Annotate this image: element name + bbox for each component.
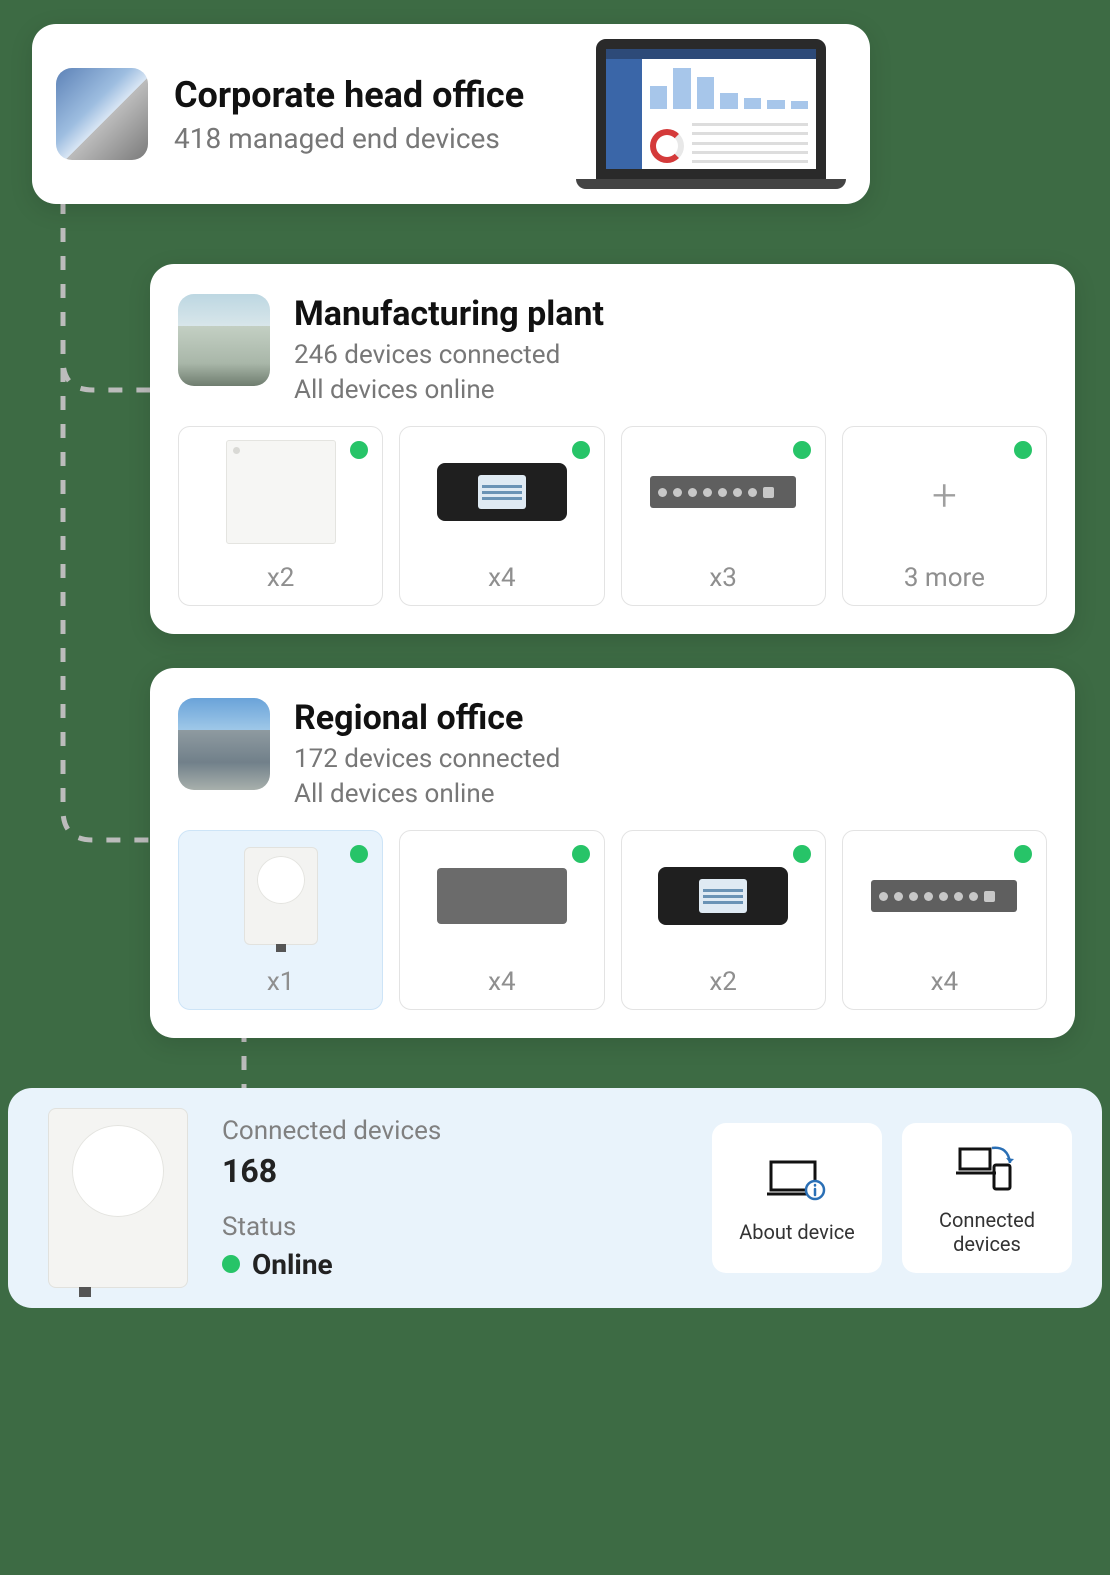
plant-device-tile-2[interactable]: x4 xyxy=(399,426,604,606)
regional-title: Regional office xyxy=(294,698,560,738)
tile-count: x3 xyxy=(709,563,737,593)
access-point-icon xyxy=(244,847,318,945)
connected-devices-label: Connected devices xyxy=(910,1208,1064,1256)
connected-devices-label: Connected devices xyxy=(222,1116,678,1146)
connected-devices-button[interactable]: Connected devices xyxy=(902,1123,1072,1273)
office-thumb xyxy=(178,698,270,790)
switch-icon xyxy=(871,880,1017,912)
dashboard-laptop-graphic xyxy=(576,39,846,189)
tile-count: x4 xyxy=(931,967,959,997)
about-device-icon xyxy=(767,1152,827,1208)
regional-device-tile-1[interactable]: x1 xyxy=(178,830,383,1010)
connected-devices-icon xyxy=(956,1140,1018,1196)
access-point-icon xyxy=(226,440,336,544)
plant-device-count: 246 devices connected xyxy=(294,340,560,370)
plant-thumb xyxy=(178,294,270,386)
head-office-thumb xyxy=(56,68,148,160)
plant-device-status: All devices online xyxy=(294,375,495,405)
regional-device-tile-4[interactable]: x4 xyxy=(842,830,1047,1010)
plus-icon: + xyxy=(932,469,957,521)
online-status-dot xyxy=(572,441,590,459)
online-status-dot xyxy=(793,441,811,459)
more-devices-label: 3 more xyxy=(904,563,985,593)
online-status-dot xyxy=(793,845,811,863)
plant-title: Manufacturing plant xyxy=(294,294,604,334)
tile-count: x4 xyxy=(488,563,516,593)
plant-device-tile-1[interactable]: x2 xyxy=(178,426,383,606)
regional-device-status: All devices online xyxy=(294,779,495,809)
router-icon xyxy=(437,463,567,521)
tile-count: x1 xyxy=(267,967,295,997)
regional-device-count: 172 devices connected xyxy=(294,744,560,774)
tile-count: x2 xyxy=(709,967,737,997)
status-value: Online xyxy=(252,1248,333,1281)
about-device-button[interactable]: About device xyxy=(712,1123,882,1273)
site-card-regional: Regional office 172 devices connected Al… xyxy=(150,668,1075,1038)
head-office-title: Corporate head office xyxy=(174,74,550,116)
connected-devices-value: 168 xyxy=(222,1152,678,1190)
switch-icon xyxy=(650,476,796,508)
detail-device-graphic xyxy=(48,1108,188,1288)
online-status-dot xyxy=(222,1255,240,1273)
plant-device-tile-3[interactable]: x3 xyxy=(621,426,826,606)
device-detail-panel: Connected devices 168 Status Online Abou… xyxy=(8,1088,1102,1308)
tile-count: x2 xyxy=(267,563,295,593)
head-office-subtitle: 418 managed end devices xyxy=(174,122,550,155)
regional-device-tile-3[interactable]: x2 xyxy=(621,830,826,1010)
site-card-manufacturing: Manufacturing plant 246 devices connecte… xyxy=(150,264,1075,634)
router-icon xyxy=(658,867,788,925)
regional-device-tile-2[interactable]: x4 xyxy=(399,830,604,1010)
about-device-label: About device xyxy=(739,1220,855,1244)
head-office-card: Corporate head office 418 managed end de… xyxy=(32,24,870,204)
tile-count: x4 xyxy=(488,967,516,997)
plant-device-tile-more[interactable]: + 3 more xyxy=(842,426,1047,606)
gateway-icon xyxy=(437,868,567,924)
status-label: Status xyxy=(222,1212,678,1242)
online-status-dot xyxy=(572,845,590,863)
